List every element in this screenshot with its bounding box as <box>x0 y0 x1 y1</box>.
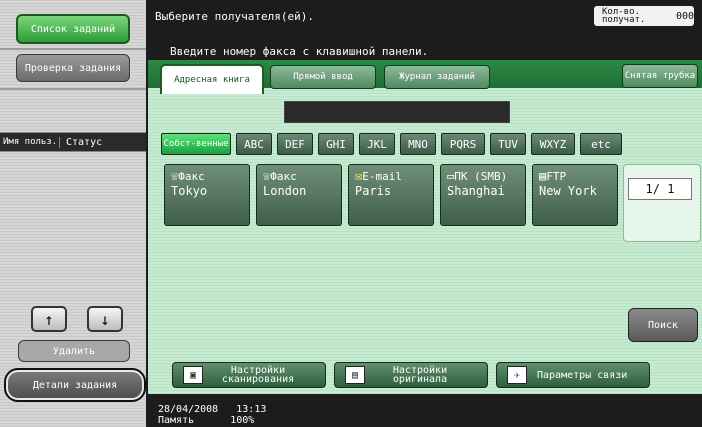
destination-name: New York <box>539 184 597 198</box>
instruction-text: Введите номер факса с клавишной панели. <box>170 45 429 58</box>
hook-button[interactable]: Снятая трубка <box>622 64 698 88</box>
memory-status: Память 100% <box>158 415 255 426</box>
original-settings-label: Настройки оригинала <box>392 365 448 385</box>
counter-value: 000 <box>675 10 694 22</box>
index-tab-tuv[interactable]: TUV <box>490 133 526 155</box>
page-indicator: 1/ 1 <box>628 178 692 200</box>
job-list-header: Имя польз. Статус <box>0 132 146 152</box>
destination-type: ПК (SMB) <box>454 170 508 183</box>
tab-direct-input[interactable]: Прямой ввод <box>270 65 376 89</box>
job-check-button[interactable]: Проверка задания <box>16 54 130 82</box>
original-settings-button[interactable]: ▤ Настройки оригинала <box>334 362 488 388</box>
destination-type: Факс <box>270 170 297 183</box>
arrow-down-icon: ↓ <box>100 309 110 329</box>
tab-direct-input-label: Прямой ввод <box>293 72 353 82</box>
comm-settings-icon: ✈ <box>507 366 527 384</box>
index-tab-label: ABC <box>244 137 264 151</box>
search-button[interactable]: Поиск <box>628 308 698 342</box>
tab-address-book[interactable]: Адресная книга <box>160 64 264 94</box>
delete-button[interactable]: Удалить <box>18 340 130 362</box>
index-tab-ghi[interactable]: GHI <box>318 133 354 155</box>
recipient-counter: Кол-во. получат. 000 <box>594 6 694 26</box>
index-tab-etc[interactable]: etc <box>580 133 622 155</box>
scan-settings-label: Настройки сканирования <box>221 365 295 385</box>
hook-label: Снятая трубка <box>624 71 696 81</box>
index-tab-abc[interactable]: ABC <box>236 133 272 155</box>
destination-name: Shanghai <box>447 184 505 198</box>
scan-settings-icon: ▣ <box>183 366 203 384</box>
index-tab-mno[interactable]: MNO <box>400 133 436 155</box>
scroll-down-button[interactable]: ↓ <box>87 306 123 332</box>
sidebar-divider <box>0 88 146 90</box>
index-tab-label: Собст-венные <box>163 139 229 149</box>
index-tab-label: JKL <box>367 137 387 151</box>
col-user: Имя польз. <box>3 137 58 147</box>
destination-new-york[interactable]: ▤FTP New York <box>532 164 618 226</box>
index-tab-label: DEF <box>285 137 305 151</box>
index-tab-label: GHI <box>326 137 346 151</box>
index-tab-wxyz[interactable]: WXYZ <box>531 133 575 155</box>
destination-name: London <box>263 184 307 198</box>
job-details-button[interactable]: Детали задания <box>4 368 146 402</box>
index-tab-def[interactable]: DEF <box>277 133 313 155</box>
comm-settings-button[interactable]: ✈ Параметры связи <box>496 362 650 388</box>
search-label: Поиск <box>647 319 679 331</box>
page-title: Выберите получателя(ей). <box>155 10 314 23</box>
destination-name: Paris <box>355 184 392 198</box>
original-settings-icon: ▤ <box>345 366 365 384</box>
comm-settings-label: Параметры связи <box>537 369 628 381</box>
destination-shanghai[interactable]: ▭ПК (SMB) Shanghai <box>440 164 526 226</box>
destination-type: FTP <box>546 170 567 183</box>
destination-paris[interactable]: ✉E-mail Paris <box>348 164 434 226</box>
fax-number-input[interactable] <box>284 101 510 123</box>
index-tab-label: WXYZ <box>539 137 567 151</box>
destination-tokyo[interactable]: ☏Факс Tokyo <box>164 164 250 226</box>
col-status: Статус <box>59 136 102 148</box>
tab-address-book-label: Адресная книга <box>174 75 250 85</box>
scan-settings-button[interactable]: ▣ Настройки сканирования <box>172 362 326 388</box>
destination-type: Факс <box>178 170 205 183</box>
destination-london[interactable]: ☏Факс London <box>256 164 342 226</box>
index-tab-label: etc <box>591 137 611 151</box>
delete-label: Удалить <box>52 345 96 357</box>
job-list-label: Список заданий <box>30 23 116 35</box>
index-tab-own[interactable]: Собст-венные <box>161 133 231 155</box>
index-tab-label: TUV <box>498 137 518 151</box>
index-tab-label: PQRS <box>449 137 477 151</box>
index-tab-jkl[interactable]: JKL <box>359 133 395 155</box>
job-check-label: Проверка задания <box>24 62 122 74</box>
arrow-up-icon: ↑ <box>44 309 54 329</box>
sidebar-divider <box>0 48 146 50</box>
page-indicator-panel <box>623 164 701 242</box>
scroll-up-button[interactable]: ↑ <box>31 306 67 332</box>
counter-label: Кол-во. получат. <box>602 7 646 25</box>
tab-job-log-label: Журнал заданий <box>399 72 475 82</box>
index-tab-pqrs[interactable]: PQRS <box>441 133 485 155</box>
datetime: 28/04/2008 13:13 <box>158 404 267 415</box>
job-details-label: Детали задания <box>32 379 118 391</box>
destination-type: E-mail <box>362 170 402 183</box>
index-tab-label: MNO <box>408 137 428 151</box>
status-footer: 28/04/2008 13:13 Память 100% <box>148 394 702 427</box>
tab-job-log[interactable]: Журнал заданий <box>384 65 490 89</box>
job-list-button[interactable]: Список заданий <box>16 14 130 44</box>
destination-name: Tokyo <box>171 184 208 198</box>
job-details-inner: Детали задания <box>8 372 142 398</box>
